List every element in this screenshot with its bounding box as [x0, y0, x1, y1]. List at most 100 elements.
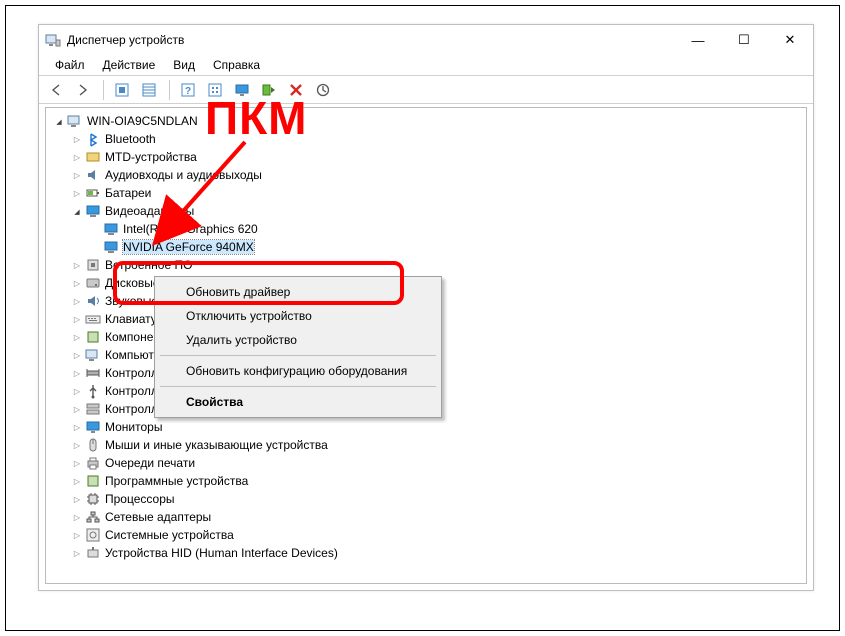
scan-button[interactable]	[202, 78, 228, 102]
node-label: Очереди печати	[105, 456, 195, 470]
hid-icon	[85, 545, 101, 561]
system-icon	[85, 527, 101, 543]
category-node[interactable]: Очереди печати	[70, 454, 806, 472]
refresh-button[interactable]	[310, 78, 336, 102]
category-node[interactable]: Мониторы	[70, 418, 806, 436]
disable-button[interactable]	[283, 78, 309, 102]
device-node[interactable]: Intel(R) HD Graphics 620	[88, 220, 806, 238]
node-label: Intel(R) HD Graphics 620	[123, 222, 258, 236]
expand-arrow-icon[interactable]	[70, 332, 84, 343]
cpu-icon	[85, 491, 101, 507]
node-label: Устройства HID (Human Interface Devices)	[105, 546, 338, 560]
show-hidden-button[interactable]	[109, 78, 135, 102]
collapse-arrow-icon[interactable]	[52, 116, 66, 127]
category-node[interactable]: Процессоры	[70, 490, 806, 508]
node-label: Видеоадаптеры	[105, 204, 194, 218]
context-menu-item[interactable]: Отключить устройство	[158, 304, 438, 328]
close-button[interactable]: ✕	[767, 25, 813, 55]
app-icon	[45, 32, 61, 48]
expand-arrow-icon[interactable]	[70, 260, 84, 271]
display-adapter-icon	[103, 221, 119, 237]
expand-arrow-icon[interactable]	[70, 512, 84, 523]
menu-view[interactable]: Вид	[165, 56, 203, 74]
category-node[interactable]: Программные устройства	[70, 472, 806, 490]
menu-help[interactable]: Справка	[205, 56, 268, 74]
context-menu-item[interactable]: Свойства	[158, 390, 438, 414]
monitor-icon	[85, 419, 101, 435]
nav-forward-button[interactable]	[70, 78, 96, 102]
category-node[interactable]: Мыши и иные указывающие устройства	[70, 436, 806, 454]
menu-file[interactable]: Файл	[47, 56, 93, 74]
menu-action[interactable]: Действие	[95, 56, 164, 74]
expand-arrow-icon[interactable]	[70, 440, 84, 451]
enable-button[interactable]	[256, 78, 282, 102]
expand-arrow-icon[interactable]	[70, 422, 84, 433]
node-label: Сетевые адаптеры	[105, 510, 211, 524]
help-button[interactable]: ?	[175, 78, 201, 102]
mouse-icon	[85, 437, 101, 453]
storage-icon	[85, 401, 101, 417]
expand-arrow-icon[interactable]	[70, 386, 84, 397]
node-label: MTD-устройства	[105, 150, 197, 164]
titlebar: Диспетчер устройств — ☐ ✕	[39, 25, 813, 55]
expand-arrow-icon[interactable]	[70, 314, 84, 325]
category-node[interactable]: Батареи	[70, 184, 806, 202]
context-menu-item[interactable]: Обновить конфигурацию оборудования	[158, 359, 438, 383]
category-node[interactable]: Системные устройства	[70, 526, 806, 544]
network-icon	[85, 509, 101, 525]
expand-arrow-icon[interactable]	[70, 134, 84, 145]
nav-back-button[interactable]	[43, 78, 69, 102]
category-node[interactable]: Аудиовходы и аудиовыходы	[70, 166, 806, 184]
minimize-button[interactable]: —	[675, 25, 721, 55]
device-manager-window: Диспетчер устройств — ☐ ✕ Файл Действие …	[38, 24, 814, 591]
expand-arrow-icon[interactable]	[70, 530, 84, 541]
context-menu-separator	[160, 386, 436, 387]
category-node[interactable]: MTD-устройства	[70, 148, 806, 166]
device-node[interactable]: NVIDIA GeForce 940MX	[88, 238, 806, 256]
expand-arrow-icon[interactable]	[70, 350, 84, 361]
keyboard-icon	[85, 311, 101, 327]
category-node[interactable]: Встроенное ПО	[70, 256, 806, 274]
window-controls: — ☐ ✕	[675, 25, 813, 55]
toolbar: ?	[39, 76, 813, 104]
context-menu-separator	[160, 355, 436, 356]
node-label: Процессоры	[105, 492, 175, 506]
toolbar-sep	[163, 80, 170, 100]
category-node[interactable]: Bluetooth	[70, 130, 806, 148]
expand-arrow-icon[interactable]	[70, 368, 84, 379]
expand-arrow-icon[interactable]	[70, 170, 84, 181]
expand-arrow-icon[interactable]	[70, 188, 84, 199]
node-label: Мониторы	[105, 420, 162, 434]
window-title: Диспетчер устройств	[67, 33, 675, 47]
expand-arrow-icon[interactable]	[70, 152, 84, 163]
computer-icon	[85, 347, 101, 363]
expand-arrow-icon[interactable]	[70, 458, 84, 469]
node-label: Батареи	[105, 186, 151, 200]
node-label: Программные устройства	[105, 474, 248, 488]
node-label: Мыши и иные указывающие устройства	[105, 438, 328, 452]
expand-arrow-icon[interactable]	[70, 494, 84, 505]
expand-arrow-icon[interactable]	[70, 548, 84, 559]
monitor-button[interactable]	[229, 78, 255, 102]
display-adapter-icon	[103, 239, 119, 255]
computer-icon	[67, 113, 83, 129]
category-node[interactable]: Сетевые адаптеры	[70, 508, 806, 526]
firmware-icon	[85, 257, 101, 273]
node-label: Встроенное ПО	[105, 258, 192, 272]
maximize-button[interactable]: ☐	[721, 25, 767, 55]
mtd-icon	[85, 149, 101, 165]
audio-icon	[85, 167, 101, 183]
category-node[interactable]: Устройства HID (Human Interface Devices)	[70, 544, 806, 562]
context-menu-item[interactable]: Обновить драйвер	[158, 280, 438, 304]
properties-button[interactable]	[136, 78, 162, 102]
expand-arrow-icon[interactable]	[70, 476, 84, 487]
expand-arrow-icon[interactable]	[70, 404, 84, 415]
battery-icon	[85, 185, 101, 201]
category-node[interactable]: WIN-OIA9C5NDLAN	[52, 112, 806, 130]
node-label: Bluetooth	[105, 132, 156, 146]
expand-arrow-icon[interactable]	[70, 278, 84, 289]
collapse-arrow-icon[interactable]	[70, 206, 84, 217]
category-node[interactable]: Видеоадаптеры	[70, 202, 806, 220]
expand-arrow-icon[interactable]	[70, 296, 84, 307]
context-menu-item[interactable]: Удалить устройство	[158, 328, 438, 352]
